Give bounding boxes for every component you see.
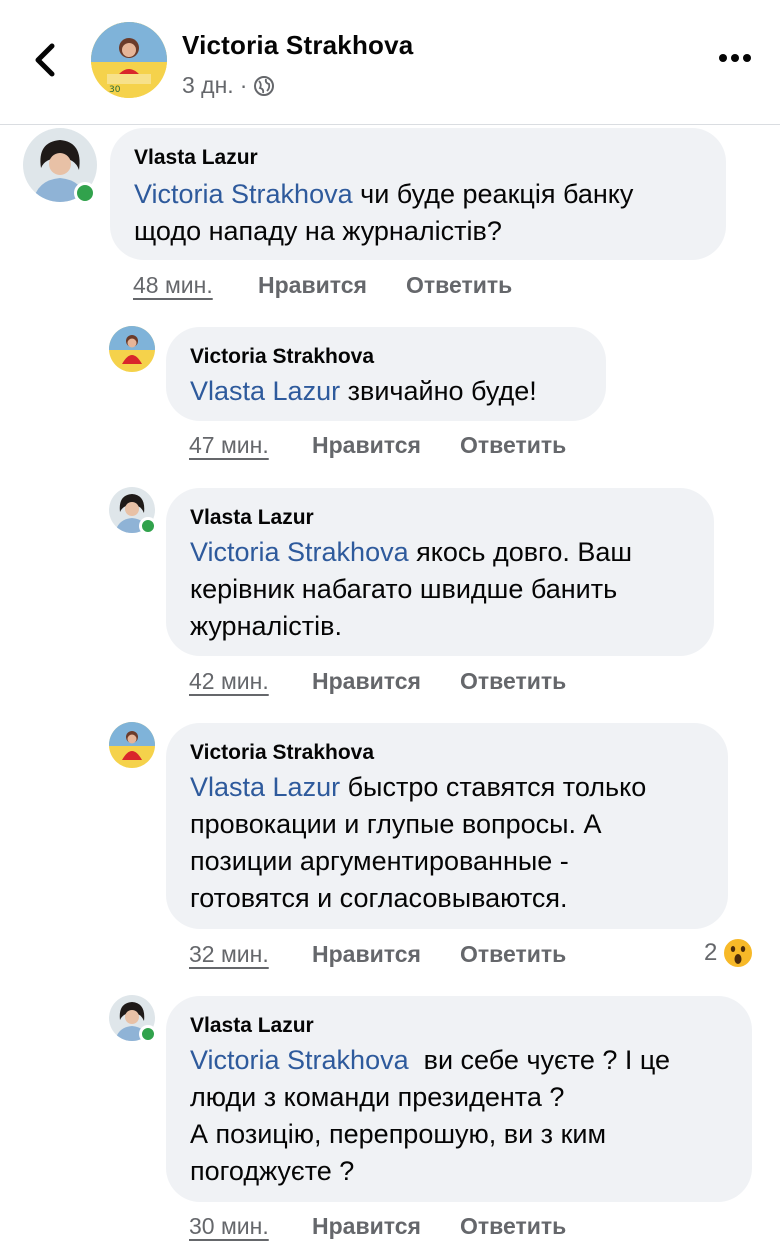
wow-emoji-icon: [722, 937, 755, 969]
comment-time[interactable]: 48 мин.: [133, 272, 213, 302]
mention-link[interactable]: Victoria Strakhova: [190, 537, 409, 567]
mention-link[interactable]: Vlasta Lazur: [190, 376, 340, 406]
commenter-avatar[interactable]: [109, 722, 155, 768]
svg-text:30: 30: [109, 85, 121, 95]
more-options-icon[interactable]: [718, 48, 752, 68]
comment-actions: 48 мин. Нравится Ответить: [133, 272, 533, 302]
comment-body: звичайно буде!: [340, 376, 537, 406]
comment-bubble: Vlasta Lazur Victoria Strakhova чи буде …: [110, 128, 726, 260]
like-button[interactable]: Нравится: [312, 668, 421, 695]
online-status-dot: [139, 1025, 157, 1043]
reply-button[interactable]: Ответить: [460, 941, 566, 968]
back-chevron-icon[interactable]: [26, 38, 66, 82]
separator-dot: ·: [239, 72, 248, 98]
commenter-avatar[interactable]: [109, 326, 155, 372]
online-status-dot: [74, 182, 96, 204]
comment-author[interactable]: Victoria Strakhova: [190, 741, 374, 765]
reaction-summary[interactable]: 2: [704, 936, 755, 970]
mention-link[interactable]: Vlasta Lazur: [190, 772, 340, 802]
author-name[interactable]: Victoria Strakhova: [182, 30, 413, 61]
reply-button[interactable]: Ответить: [460, 432, 566, 459]
like-button[interactable]: Нравится: [312, 941, 421, 968]
comment-time[interactable]: 30 мин.: [189, 1213, 269, 1243]
comment-actions: 32 мин. Нравится Ответить: [189, 941, 589, 971]
like-button[interactable]: Нравится: [312, 432, 421, 459]
comment-text: Vlasta Lazur звичайно буде!: [190, 373, 537, 410]
comment-bubble: Vlasta Lazur Victoria Strakhova ви себе …: [166, 996, 752, 1202]
post-header: 30 Victoria Strakhova 3 дн. ·: [0, 0, 780, 125]
comment-actions: 30 мин. Нравится Ответить: [189, 1213, 589, 1243]
reply-button[interactable]: Ответить: [406, 272, 512, 299]
comment-bubble: Victoria Strakhova Vlasta Lazur звичайно…: [166, 327, 606, 421]
mention-link[interactable]: Victoria Strakhova: [134, 179, 353, 209]
post-time[interactable]: 3 дн.: [182, 72, 234, 99]
reply-button[interactable]: Ответить: [460, 668, 566, 695]
comment-text: Victoria Strakhova чи буде реакція банку…: [134, 176, 633, 250]
comment-time[interactable]: 47 мин.: [189, 432, 269, 462]
comment-bubble: Victoria Strakhova Vlasta Lazur быстро с…: [166, 723, 728, 929]
comment-author[interactable]: Vlasta Lazur: [134, 146, 258, 170]
globe-icon: [254, 75, 275, 96]
comment-author[interactable]: Vlasta Lazur: [190, 1014, 314, 1038]
reaction-count: 2: [704, 939, 718, 966]
comment-text: Victoria Strakhova ви себе чуєте ? І це …: [190, 1042, 670, 1190]
reply-button[interactable]: Ответить: [460, 1213, 566, 1240]
comment-author[interactable]: Victoria Strakhova: [190, 345, 374, 369]
like-button[interactable]: Нравится: [258, 272, 367, 299]
comment-time[interactable]: 42 мин.: [189, 668, 269, 698]
comment-text: Victoria Strakhova якось довго. Ваш кері…: [190, 534, 632, 645]
comment-actions: 42 мин. Нравится Ответить: [189, 668, 589, 698]
comment-actions: 47 мин. Нравится Ответить: [189, 432, 589, 462]
mention-link[interactable]: Victoria Strakhova: [190, 1045, 409, 1075]
online-status-dot: [139, 517, 157, 535]
like-button[interactable]: Нравится: [312, 1213, 421, 1240]
comment-bubble: Vlasta Lazur Victoria Strakhova якось до…: [166, 488, 714, 656]
author-avatar[interactable]: 30: [91, 22, 167, 98]
comment-author[interactable]: Vlasta Lazur: [190, 506, 314, 530]
comment-text: Vlasta Lazur быстро ставятся только пров…: [190, 769, 646, 917]
post-meta: 3 дн. ·: [182, 72, 275, 99]
comment-time[interactable]: 32 мин.: [189, 941, 269, 971]
